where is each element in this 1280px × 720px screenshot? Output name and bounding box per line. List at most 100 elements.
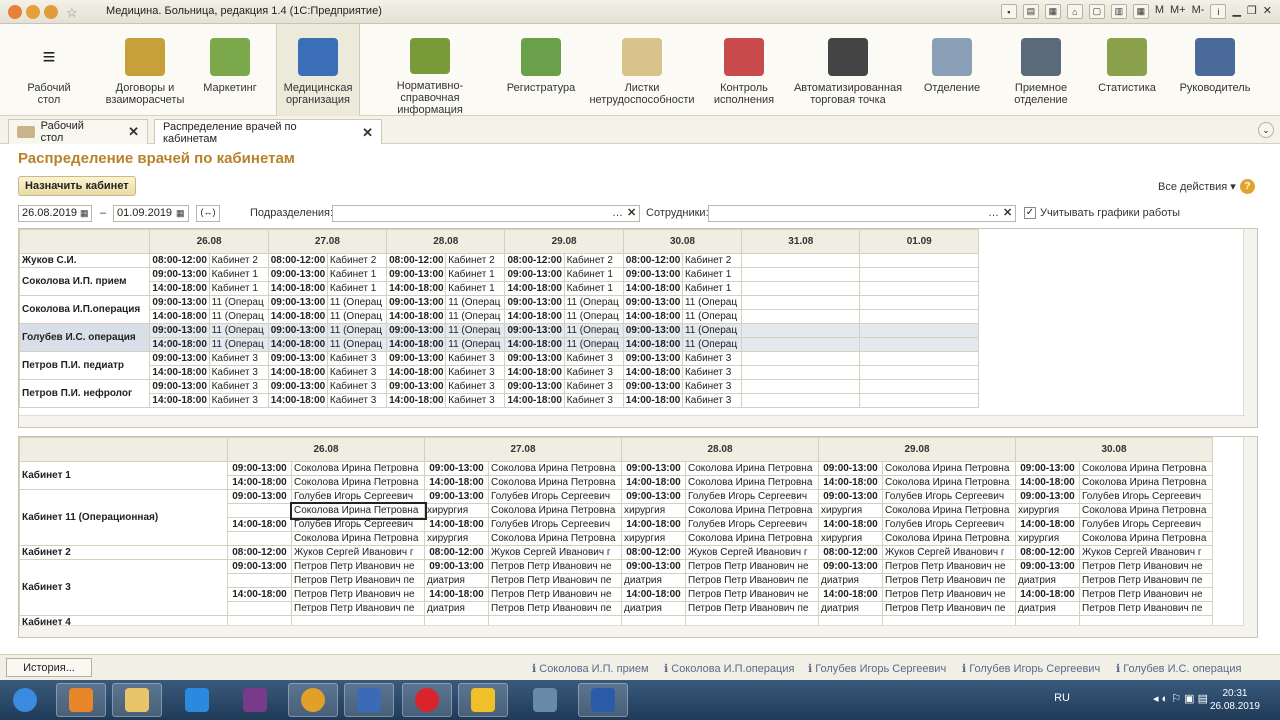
table-row[interactable]: 14:00-18:00 11 (Операц 14:00-18:00 11 (Опер… bbox=[20, 337, 979, 352]
doctor-cell[interactable]: Петров Петр Иванович не bbox=[685, 587, 819, 602]
time-cell[interactable]: 09:00-13:00 bbox=[386, 351, 447, 366]
time-cell[interactable]: 14:00-18:00 bbox=[227, 587, 292, 602]
table-row[interactable]: Кабинет 1 09:00-13:00 Соколова Ирина Петро… bbox=[19, 461, 1213, 490]
room-cell[interactable]: 11 (Операц bbox=[326, 309, 388, 324]
info-icon[interactable]: i bbox=[1210, 4, 1227, 19]
room-cell[interactable]: Кабинет 3 bbox=[681, 393, 743, 408]
table-row[interactable]: Голубев И.С. операция 09:00-13:00 11 (Опер… bbox=[19, 323, 979, 352]
room-cell[interactable]: 11 (Операц bbox=[208, 337, 269, 352]
taskbar-app[interactable] bbox=[458, 683, 508, 717]
room-cell[interactable]: Кабинет 3 bbox=[208, 379, 269, 394]
close-tab-icon[interactable]: ✕ bbox=[128, 124, 139, 140]
bookmark-icon[interactable]: ▢ bbox=[1088, 4, 1105, 19]
time-cell[interactable]: 09:00-13:00 bbox=[621, 559, 686, 574]
doctor-cell[interactable]: Петров Петр Иванович не bbox=[488, 587, 622, 602]
taskbar-app[interactable] bbox=[402, 683, 452, 717]
empty-cell[interactable] bbox=[859, 393, 979, 408]
specialty-cell[interactable]: диатрия bbox=[1015, 573, 1080, 588]
table-row[interactable]: 14:00-18:00 11 (Операц 14:00-18:00 11 (Опер… bbox=[20, 309, 979, 324]
doctor-cell[interactable]: Соколова Ирина Петровна bbox=[488, 461, 622, 476]
time-cell[interactable]: 09:00-13:00 bbox=[1015, 489, 1080, 504]
time-cell[interactable]: 14:00-18:00 bbox=[622, 337, 683, 352]
doctor-name[interactable]: Петров П.И. педиатр bbox=[19, 351, 151, 380]
doctor-cell[interactable]: Соколова Ирина Петровна bbox=[488, 531, 622, 546]
time-cell[interactable]: 14:00-18:00 bbox=[227, 517, 292, 532]
language-indicator[interactable]: RU bbox=[1054, 692, 1070, 704]
time-cell[interactable]: 09:00-13:00 bbox=[504, 267, 565, 282]
time-cell[interactable]: 09:00-13:00 bbox=[227, 489, 292, 504]
doctor-cell[interactable]: Жуков Сергей Иванович г bbox=[291, 545, 425, 560]
empty-cell[interactable] bbox=[741, 393, 861, 408]
home-icon[interactable]: ⌂ bbox=[1066, 4, 1083, 19]
taskbar-app[interactable] bbox=[344, 683, 394, 717]
empty-cell[interactable] bbox=[859, 365, 979, 380]
time-cell[interactable]: 14:00-18:00 bbox=[818, 517, 883, 532]
empty-cell[interactable] bbox=[741, 351, 861, 366]
doctor-cell[interactable]: Соколова Ирина Петровна bbox=[882, 461, 1016, 476]
taskbar-app[interactable] bbox=[520, 683, 570, 717]
doctor-name[interactable]: Голубев И.С. операция bbox=[19, 323, 151, 352]
doctor-cell[interactable]: Жуков Сергей Иванович г bbox=[488, 545, 622, 560]
close-tab-icon[interactable]: ✕ bbox=[362, 125, 373, 141]
room-cell[interactable]: 11 (Операц bbox=[681, 323, 743, 338]
empty-cell[interactable] bbox=[741, 323, 861, 338]
room-cell[interactable]: Кабинет 3 bbox=[563, 393, 624, 408]
time-cell[interactable]: 09:00-13:00 bbox=[267, 267, 328, 282]
room-cell[interactable]: Кабинет 2 bbox=[326, 253, 388, 268]
taskbar-app[interactable] bbox=[578, 683, 628, 717]
status-link[interactable]: ℹ Соколова И.П. прием bbox=[532, 662, 649, 675]
doctor-cell[interactable]: Голубев Игорь Сергеевич bbox=[291, 517, 425, 532]
doctor-cell[interactable]: Петров Петр Иванович не bbox=[1079, 587, 1213, 602]
doctor-cell[interactable]: Соколова Ирина Петровна bbox=[291, 531, 425, 546]
section-11[interactable]: Статистика bbox=[1094, 24, 1160, 116]
table-row[interactable]: Петров П.И. нефролог 09:00-13:00 Кабинет 3… bbox=[19, 379, 979, 408]
doctor-cell[interactable]: Соколова Ирина Петровна bbox=[685, 475, 819, 490]
doctor-cell[interactable]: Петров Петр Иванович не bbox=[488, 559, 622, 574]
time-cell[interactable]: 08:00-12:00 bbox=[424, 545, 489, 560]
empty-cell[interactable] bbox=[741, 253, 861, 268]
time-cell[interactable]: 09:00-13:00 bbox=[424, 489, 489, 504]
time-cell[interactable]: 14:00-18:00 bbox=[386, 393, 447, 408]
tab-doctor-distribution[interactable]: Распределение врачей по кабинетам ✕ bbox=[154, 119, 382, 145]
all-actions-menu[interactable]: Все действия ▾ bbox=[1158, 180, 1236, 193]
specialty-cell[interactable]: диатрия bbox=[818, 601, 883, 616]
calendar-icon[interactable]: ▦ bbox=[80, 208, 89, 219]
room-cell[interactable]: 11 (Операц bbox=[326, 337, 388, 352]
time-cell[interactable]: 08:00-12:00 bbox=[621, 545, 686, 560]
employees-field[interactable] bbox=[708, 205, 1016, 222]
empty-cell[interactable] bbox=[859, 337, 979, 352]
history-button[interactable]: История... bbox=[6, 658, 92, 677]
empty-cell[interactable] bbox=[859, 351, 979, 366]
room-cell[interactable]: Кабинет 3 bbox=[445, 393, 506, 408]
time-cell[interactable]: 14:00-18:00 bbox=[386, 337, 447, 352]
section-3[interactable]: Медицинская организация bbox=[276, 24, 360, 116]
time-cell[interactable]: 14:00-18:00 bbox=[1015, 587, 1080, 602]
room-name[interactable]: Кабинет 1 bbox=[19, 461, 228, 490]
chevron-down-icon[interactable]: ⌄ bbox=[1258, 122, 1274, 138]
doctor-cell[interactable]: Петров Петр Иванович пе bbox=[685, 573, 819, 588]
time-cell[interactable]: 08:00-12:00 bbox=[227, 545, 292, 560]
doctor-name[interactable]: Соколова И.П. прием bbox=[19, 267, 151, 296]
preview-icon[interactable]: ▦ bbox=[1044, 4, 1061, 19]
section-10[interactable]: Приемное отделение bbox=[1000, 24, 1082, 116]
room-cell[interactable]: Кабинет 3 bbox=[445, 365, 506, 380]
app-logo-icon[interactable] bbox=[8, 5, 22, 19]
doctor-cell[interactable]: Петров Петр Иванович пе bbox=[291, 573, 425, 588]
room-cell[interactable]: Кабинет 1 bbox=[445, 281, 506, 296]
room-cell[interactable]: 11 (Операц bbox=[445, 309, 506, 324]
time-cell[interactable]: 14:00-18:00 bbox=[386, 309, 447, 324]
section-8[interactable]: Автоматизированная торговая точка bbox=[790, 24, 906, 116]
time-cell[interactable]: 14:00-18:00 bbox=[621, 475, 686, 490]
select-icon[interactable]: … bbox=[612, 207, 623, 219]
time-cell[interactable]: 09:00-13:00 bbox=[622, 379, 683, 394]
memory-button[interactable]: M bbox=[1155, 4, 1164, 19]
room-cell[interactable]: Кабинет 2 bbox=[681, 253, 743, 268]
doctor-cell[interactable]: Жуков Сергей Иванович г bbox=[1079, 545, 1213, 560]
time-cell[interactable]: 14:00-18:00 bbox=[504, 309, 565, 324]
room-cell[interactable]: Кабинет 3 bbox=[326, 365, 388, 380]
room-cell[interactable]: Кабинет 2 bbox=[563, 253, 624, 268]
memory-plus-button[interactable]: M+ bbox=[1170, 4, 1186, 19]
specialty-cell[interactable]: диатрия bbox=[621, 601, 686, 616]
doctor-cell[interactable]: Соколова Ирина Петровна bbox=[1079, 461, 1213, 476]
clear-icon[interactable]: ✕ bbox=[1003, 206, 1012, 219]
